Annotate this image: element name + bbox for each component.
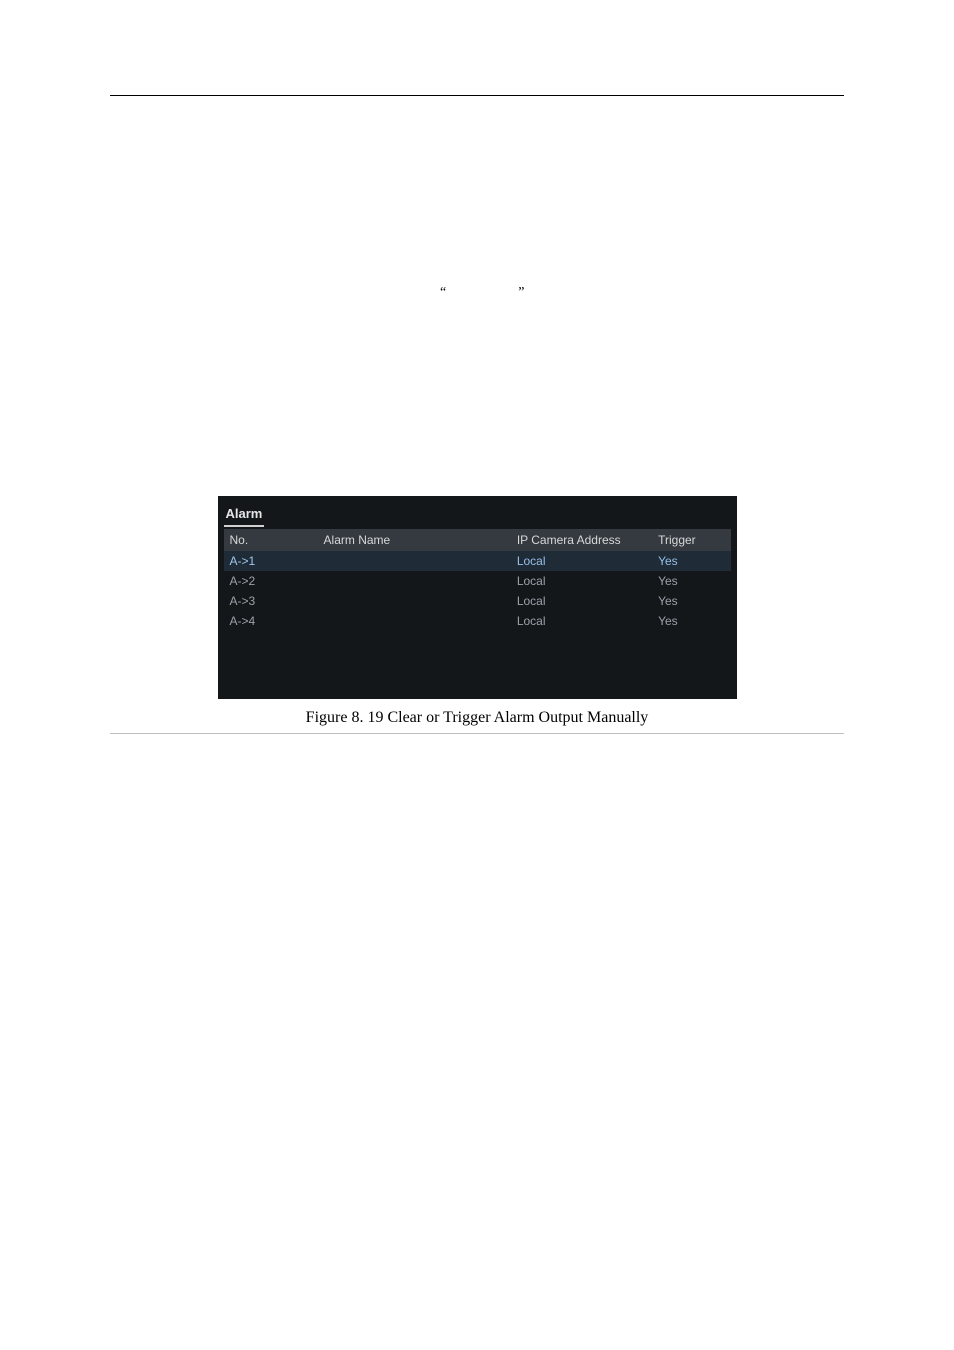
table-row[interactable]: A->2 Local Yes (224, 571, 731, 591)
table-header-row: No. Alarm Name IP Camera Address Trigger (224, 529, 731, 551)
table-row[interactable]: A->1 Local Yes (224, 551, 731, 571)
table-row[interactable]: A->4 Local Yes (224, 611, 731, 631)
cell-address: Local (511, 611, 652, 631)
bottom-rule (110, 733, 844, 734)
cell-trigger: Yes (652, 551, 730, 571)
alarm-table: No. Alarm Name IP Camera Address Trigger… (224, 529, 731, 631)
figure-block: Alarm No. Alarm Name IP Camera Address T… (110, 496, 844, 734)
cell-name (318, 551, 511, 571)
quote-right: ” (518, 285, 596, 300)
col-trigger[interactable]: Trigger (652, 529, 730, 551)
col-no[interactable]: No. (224, 529, 318, 551)
cell-trigger: Yes (652, 611, 730, 631)
col-address[interactable]: IP Camera Address (511, 529, 652, 551)
ghost-quotes: “” (440, 285, 596, 301)
page: “” Alarm No. Alarm Name IP Camera Addres… (0, 0, 954, 1350)
cell-address: Local (511, 571, 652, 591)
cell-name (318, 611, 511, 631)
col-name[interactable]: Alarm Name (318, 529, 511, 551)
quote-left: “ (440, 285, 518, 300)
alarm-panel: Alarm No. Alarm Name IP Camera Address T… (218, 496, 737, 699)
tab-alarm[interactable]: Alarm (224, 504, 265, 527)
cell-name (318, 591, 511, 611)
cell-name (318, 571, 511, 591)
cell-no: A->1 (224, 551, 318, 571)
cell-no: A->4 (224, 611, 318, 631)
cell-address: Local (511, 591, 652, 611)
cell-trigger: Yes (652, 571, 730, 591)
header-rule (110, 95, 844, 96)
cell-trigger: Yes (652, 591, 730, 611)
figure-caption: Figure 8. 19 Clear or Trigger Alarm Outp… (306, 709, 649, 727)
table-row[interactable]: A->3 Local Yes (224, 591, 731, 611)
cell-no: A->2 (224, 571, 318, 591)
cell-no: A->3 (224, 591, 318, 611)
cell-address: Local (511, 551, 652, 571)
bottom-rule-wrap (110, 733, 844, 734)
